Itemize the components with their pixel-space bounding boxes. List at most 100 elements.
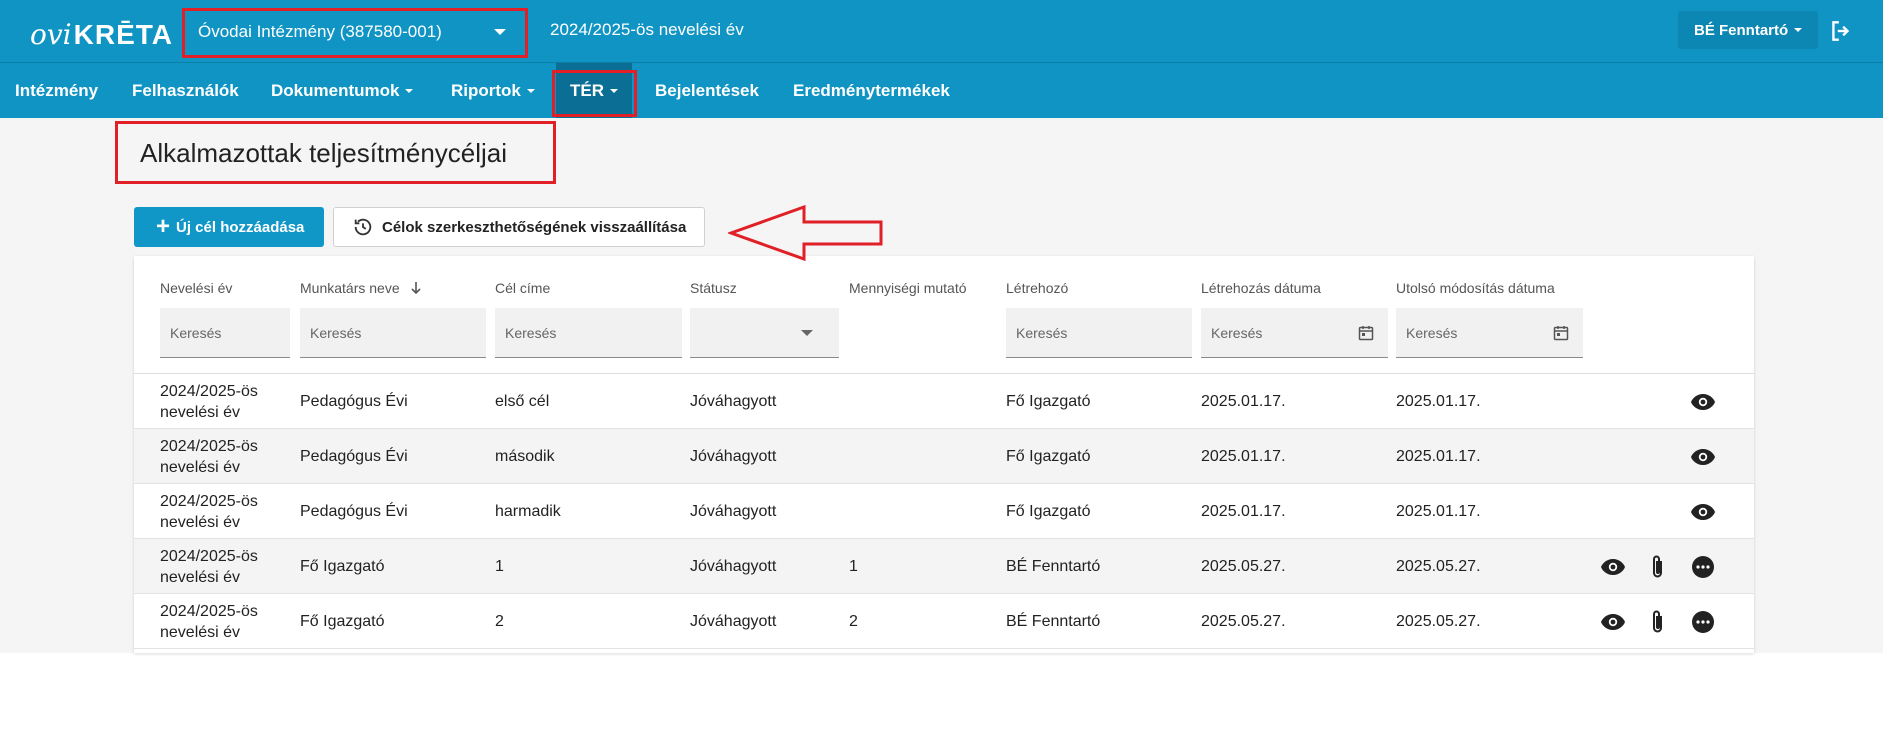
cell-year-line: 2024/2025-ös (160, 547, 258, 565)
status-filter-select[interactable] (690, 308, 839, 358)
main-nav: Intézmény Felhasználók Dokumentumok Ripo… (0, 62, 1883, 119)
creator-filter-input[interactable]: Keresés (1006, 308, 1192, 358)
cell-status: Jóváhagyott (690, 612, 777, 630)
year-filter-input[interactable]: Keresés (160, 308, 290, 358)
nav-item-label: Intézmény (15, 81, 99, 100)
more-icon[interactable] (1689, 553, 1717, 581)
nav-item-label: Eredménytermékek (793, 81, 950, 100)
cell-creator: BÉ Fenntartó (1006, 612, 1101, 630)
eye-icon[interactable] (1689, 498, 1717, 526)
column-header-goal[interactable]: Cél címe (495, 280, 550, 296)
nav-item-felhasznalok[interactable]: Felhasználók (132, 63, 239, 119)
cell-year: 2024/2025-ös nevelési év (160, 429, 258, 484)
cell-modified: 2025.01.17. (1396, 447, 1481, 465)
annotation-institution-box (182, 8, 528, 58)
cell-employee: Pedagógus Évi (300, 447, 408, 465)
restore-editability-button-label: Célok szerkeszthetőségének visszaállítás… (382, 218, 687, 236)
column-header-status[interactable]: Státusz (690, 280, 737, 296)
annotation-arrow (728, 204, 883, 262)
cell-status: Jóváhagyott (690, 392, 777, 410)
nav-item-riportok[interactable]: Riportok (451, 63, 535, 119)
cell-goal: második (495, 447, 555, 465)
table-row[interactable]: 2024/2025-ös nevelési év Pedagógus Évi el… (134, 374, 1754, 429)
employee-filter-input[interactable]: Keresés (300, 308, 486, 358)
add-goal-button[interactable]: + Új cél hozzáadása (134, 207, 324, 247)
cell-employee: Pedagógus Évi (300, 502, 408, 520)
chevron-down-icon (1794, 28, 1803, 32)
created-date-filter[interactable]: Keresés (1201, 308, 1388, 358)
cell-modified: 2025.05.27. (1396, 612, 1481, 630)
paperclip-icon[interactable] (1644, 608, 1672, 636)
cell-year-line: nevelési év (160, 458, 241, 476)
cell-employee: Pedagógus Évi (300, 392, 408, 410)
logout-icon[interactable] (1828, 18, 1854, 44)
column-header-creator[interactable]: Létrehozó (1006, 280, 1068, 296)
app-logo[interactable]: ovi KRĒTA (30, 14, 173, 50)
cell-created: 2025.01.17. (1201, 392, 1286, 410)
column-header-modified[interactable]: Utolsó módosítás dátuma (1396, 280, 1555, 296)
column-header-created[interactable]: Létrehozás dátuma (1201, 280, 1321, 296)
nav-item-label: Felhasználók (132, 81, 239, 100)
column-header-employee[interactable]: Munkatárs neve (300, 280, 422, 296)
table-row[interactable]: 2024/2025-ös nevelési év Fő Igazgató 2 Jó… (134, 594, 1754, 649)
chevron-down-icon (526, 89, 535, 93)
cell-goal: harmadik (495, 502, 561, 520)
eye-icon[interactable] (1689, 443, 1717, 471)
chevron-down-icon (801, 330, 813, 336)
eye-icon[interactable] (1689, 388, 1717, 416)
modified-date-filter-placeholder: Keresés (1406, 324, 1458, 341)
table-row[interactable]: 2024/2025-ös nevelési év Pedagógus Évi má… (134, 429, 1754, 484)
eye-icon[interactable] (1599, 608, 1627, 636)
column-header-year[interactable]: Nevelési év (160, 280, 232, 296)
nav-item-label: Dokumentumok (271, 81, 400, 100)
cell-year-line: nevelési év (160, 623, 241, 641)
nav-item-dokumentumok[interactable]: Dokumentumok (271, 63, 414, 119)
nav-item-intezmeny[interactable]: Intézmény (15, 63, 98, 119)
column-header-quantity[interactable]: Mennyiségi mutató (849, 280, 967, 296)
user-menu-button[interactable]: BÉ Fenntartó (1678, 11, 1818, 49)
logo-brand: KRĒTA (73, 19, 174, 50)
nav-item-eredmenytermekek[interactable]: Eredménytermékek (793, 63, 950, 119)
goal-filter-input[interactable]: Keresés (495, 308, 682, 358)
school-year-label: 2024/2025-ös nevelési év (550, 20, 744, 39)
column-header-label: Munkatárs neve (300, 280, 400, 296)
cell-year-line: 2024/2025-ös (160, 492, 258, 510)
cell-year: 2024/2025-ös nevelési év (160, 374, 258, 429)
plus-icon: + (156, 213, 171, 240)
cell-creator: BÉ Fenntartó (1006, 557, 1101, 575)
cell-goal: 1 (495, 557, 504, 575)
restore-editability-button[interactable]: Célok szerkeszthetőségének visszaállítás… (333, 207, 705, 247)
cell-creator: Fő Igazgató (1006, 502, 1091, 520)
cell-year-line: 2024/2025-ös (160, 382, 258, 400)
nav-item-bejelentesek[interactable]: Bejelentések (655, 63, 759, 119)
nav-item-label: Riportok (451, 81, 521, 100)
annotation-title-box (115, 121, 556, 184)
user-name: BÉ Fenntartó (1694, 21, 1789, 39)
table-row[interactable]: 2024/2025-ös nevelési év Pedagógus Évi ha… (134, 484, 1754, 539)
cell-year-line: 2024/2025-ös (160, 602, 258, 620)
cell-year: 2024/2025-ös nevelési év (160, 539, 258, 594)
add-goal-button-label: Új cél hozzáadása (176, 218, 305, 236)
cell-status: Jóváhagyott (690, 447, 777, 465)
table-row[interactable]: 2024/2025-ös nevelési év Fő Igazgató 1 Jó… (134, 539, 1754, 594)
cell-year: 2024/2025-ös nevelési év (160, 594, 258, 649)
cell-goal: 2 (495, 612, 504, 630)
cell-created: 2025.01.17. (1201, 447, 1286, 465)
cell-creator: Fő Igazgató (1006, 447, 1091, 465)
cell-created: 2025.05.27. (1201, 557, 1286, 575)
cell-modified: 2025.01.17. (1396, 392, 1481, 410)
cell-modified: 2025.01.17. (1396, 502, 1481, 520)
calendar-icon[interactable] (1358, 325, 1374, 341)
cell-employee: Fő Igazgató (300, 612, 385, 630)
modified-date-filter[interactable]: Keresés (1396, 308, 1583, 358)
more-icon[interactable] (1689, 608, 1717, 636)
cell-status: Jóváhagyott (690, 502, 777, 520)
eye-icon[interactable] (1599, 553, 1627, 581)
goals-table: Nevelési év Munkatárs neve Cél címe Stát… (134, 256, 1754, 653)
history-icon (354, 218, 372, 236)
paperclip-icon[interactable] (1644, 553, 1672, 581)
logo-prefix: ovi (30, 18, 72, 51)
cell-employee: Fő Igazgató (300, 557, 385, 575)
arrow-down-icon (410, 282, 421, 295)
calendar-icon[interactable] (1553, 325, 1569, 341)
